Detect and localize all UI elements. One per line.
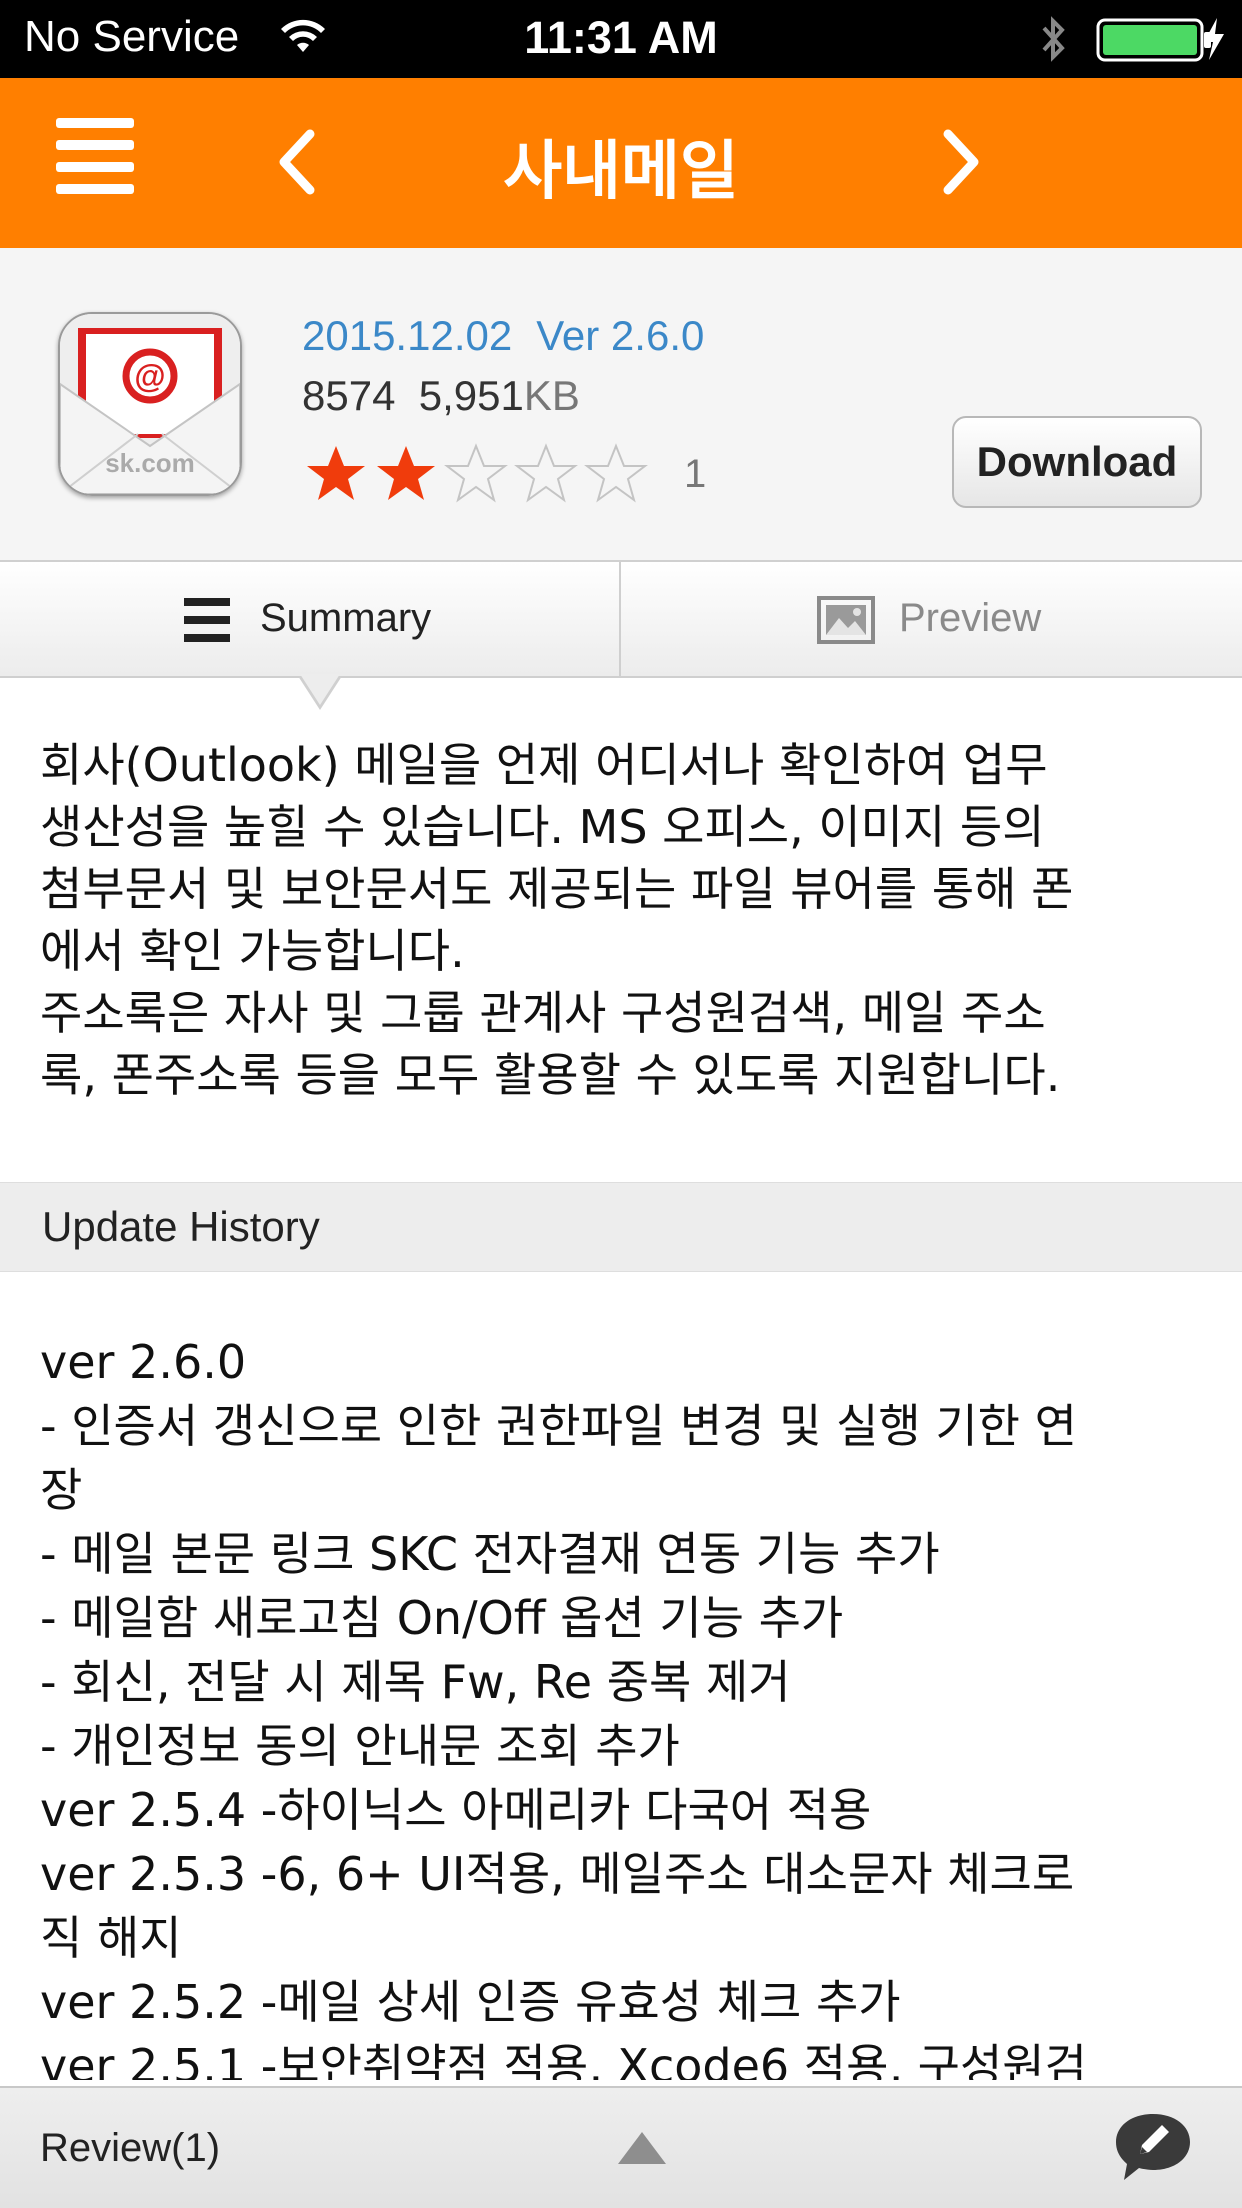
- download-count: 8574: [302, 372, 396, 419]
- tab-summary-label: Summary: [260, 596, 432, 640]
- star-empty-icon: [514, 443, 578, 503]
- history-line: ver 2.5.1 -보안취약점 적용, Xcode6 적용, 구성원검: [40, 2039, 1087, 2080]
- list-icon: [184, 598, 230, 642]
- battery-icon: [1096, 18, 1214, 62]
- app-description: 회사(Outlook) 메일을 언제 어디서나 확인하여 업무 생산성을 높힐 …: [40, 734, 1210, 1106]
- history-line: - 회신, 전달 시 제목 Fw, Re 중복 제거: [40, 1655, 791, 1709]
- history-line: ver 2.6.0: [40, 1335, 247, 1389]
- chevron-left-icon[interactable]: [258, 120, 338, 204]
- history-line: 장: [40, 1463, 83, 1517]
- svg-text:@: @: [134, 358, 165, 394]
- detail-tabs: Summary Preview: [0, 560, 1242, 678]
- description-line: 생산성을 높힐 수 있습니다. MS 오피스, 이미지 등의: [40, 800, 1045, 854]
- status-bar: No Service 11:31 AM: [0, 0, 1242, 78]
- star-filled-icon: [377, 446, 435, 500]
- history-line: ver 2.5.4 -하이닉스 아메리카 다국어 적용: [40, 1783, 872, 1837]
- download-stats: 8574 5,951KB: [302, 372, 580, 420]
- file-size-unit: KB: [523, 372, 580, 419]
- history-line: - 메일함 새로고침 On/Off 옵션 기능 추가: [40, 1591, 844, 1645]
- rating-count: 1: [684, 452, 707, 496]
- history-line: ver 2.5.3 -6, 6+ UI적용, 메일주소 대소문자 체크로: [40, 1847, 1075, 1901]
- history-line: - 메일 본문 링크 SKC 전자결재 연동 기능 추가: [40, 1527, 940, 1581]
- page-title: 사내메일: [503, 135, 739, 209]
- history-line: - 개인정보 동의 안내문 조회 추가: [40, 1719, 680, 1773]
- history-line: ver 2.5.2 -메일 상세 인증 유효성 체크 추가: [40, 1975, 901, 2029]
- image-icon: [817, 596, 875, 648]
- star-filled-icon: [307, 446, 365, 500]
- description-line: 회사(Outlook) 메일을 언제 어디서나 확인하여 업무: [40, 738, 1048, 792]
- star-empty-icon: [444, 443, 508, 503]
- description-line: 첨부문서 및 보안문서도 제공되는 파일 뷰어를 통해 폰: [40, 862, 1074, 916]
- file-size: 5,951: [418, 372, 524, 419]
- description-line: 주소록은 자사 및 그룹 관계사 구성원검색, 메일 주소: [40, 986, 1046, 1040]
- tab-summary[interactable]: Summary: [0, 562, 621, 678]
- bottom-bar: Review(1): [0, 2086, 1242, 2208]
- update-history-header: Update History: [0, 1182, 1242, 1272]
- app-info-panel: @ sk.com 2015.12.02 Ver 2.6.0 8574 5,951K…: [0, 248, 1242, 560]
- update-history-list: ver 2.6.0 - 인증서 갱신으로 인한 권한파일 변경 및 실행 기한 …: [40, 1330, 1210, 2080]
- release-date: 2015.12.02: [302, 312, 513, 359]
- chevron-right-icon[interactable]: [920, 120, 1000, 204]
- write-review-pencil-icon[interactable]: [1112, 2108, 1194, 2188]
- hamburger-menu-icon[interactable]: [52, 118, 138, 204]
- star-rating: [304, 442, 654, 506]
- tab-preview-label: Preview: [899, 596, 1042, 640]
- release-info: 2015.12.02 Ver 2.6.0: [302, 312, 728, 360]
- nav-bar: 사내메일: [0, 78, 1242, 248]
- description-line: 에서 확인 가능합니다.: [40, 924, 465, 978]
- tab-preview[interactable]: Preview: [621, 562, 1242, 678]
- star-empty-icon: [584, 443, 648, 503]
- download-button[interactable]: Download: [952, 416, 1202, 508]
- history-line: 직 해지: [40, 1911, 182, 1965]
- charging-bolt-icon: [1200, 16, 1228, 66]
- update-history-title: Update History: [42, 1203, 320, 1250]
- bluetooth-icon: [1036, 14, 1070, 68]
- description-line: 록, 폰주소록 등을 모두 활용할 수 있도록 지원합니다.: [40, 1048, 1061, 1102]
- review-link[interactable]: Review(1): [40, 2126, 220, 2171]
- scroll-up-triangle-icon[interactable]: [618, 2132, 666, 2164]
- app-icon: @ sk.com: [58, 312, 242, 496]
- history-line: - 인증서 갱신으로 인한 권한파일 변경 및 실행 기한 연: [40, 1399, 1077, 1453]
- app-icon-label: sk.com: [105, 448, 195, 478]
- app-version: Ver 2.6.0: [536, 312, 705, 359]
